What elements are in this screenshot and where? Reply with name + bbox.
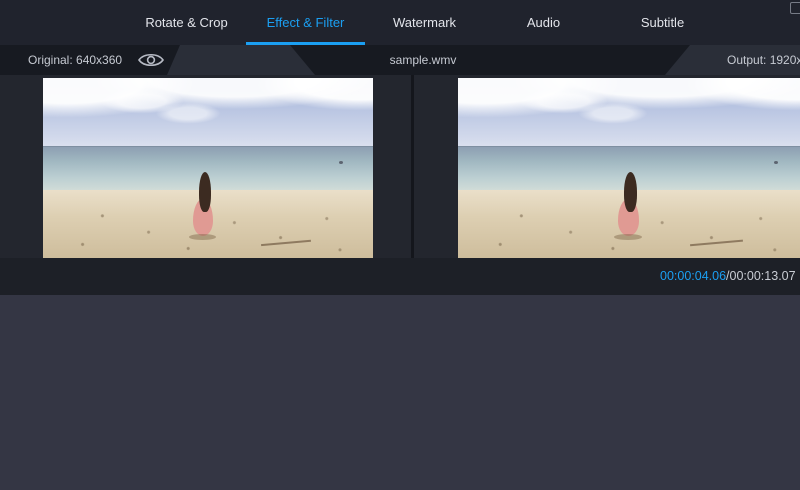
total-time: 00:00:13.07: [730, 269, 796, 283]
original-preview-video: [43, 78, 373, 258]
seated-person: [616, 172, 644, 239]
tab-watermark[interactable]: Watermark: [365, 0, 484, 45]
output-preview-video: [458, 78, 800, 258]
filename-label: sample.wmv: [323, 45, 523, 75]
current-time: 00:00:04.06: [660, 269, 726, 283]
transport-bar: 00:00:04.06/00:00:13.07: [0, 258, 800, 295]
seated-person: [192, 172, 218, 239]
tab-bar: Rotate & CropEffect & FilterWatermarkAud…: [0, 0, 800, 45]
tab-subtitle[interactable]: Subtitle: [603, 0, 722, 45]
preview-area: [0, 75, 800, 258]
window-control-icon[interactable]: [790, 2, 800, 14]
output-resolution-label: Output: 1920x1080: [727, 45, 800, 75]
preview-divider: [411, 75, 414, 258]
tab-audio[interactable]: Audio: [484, 0, 603, 45]
tab-rotate-crop[interactable]: Rotate & Crop: [127, 0, 246, 45]
file-info-bar: Original: 640x360 sample.wmv Output: 192…: [0, 45, 800, 75]
tab-effect-filter[interactable]: Effect & Filter: [246, 0, 365, 45]
original-resolution-label: Original: 640x360: [28, 45, 122, 75]
video-editor-window: Rotate & CropEffect & FilterWatermarkAud…: [0, 0, 800, 490]
sky: [43, 78, 373, 146]
preview-eye-icon[interactable]: [138, 51, 164, 74]
time-display: 00:00:04.06/00:00:13.07: [660, 258, 796, 295]
sky: [458, 78, 800, 146]
effects-panel: Basic Effect Filters Contrast:0Saturatio…: [0, 295, 800, 490]
